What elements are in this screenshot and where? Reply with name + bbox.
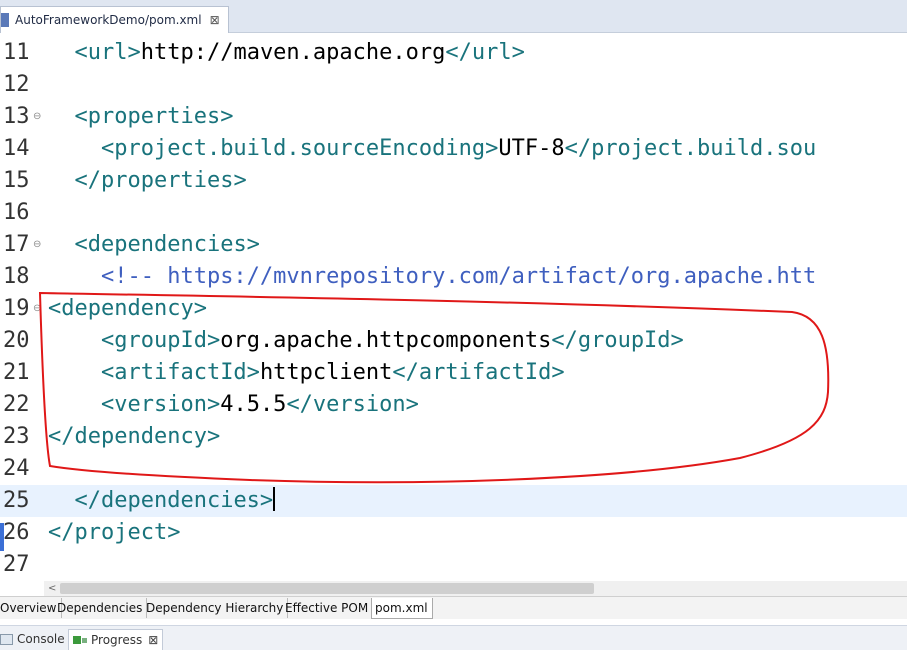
console-view-tab[interactable]: Console <box>0 629 65 649</box>
tab-effective-pom[interactable]: Effective POM <box>282 598 374 618</box>
progress-icon <box>73 635 87 645</box>
progress-label: Progress <box>91 633 143 647</box>
pom-editor-tabs: Overview Dependencies Dependency Hierarc… <box>0 596 907 619</box>
console-label: Console <box>17 632 65 646</box>
tab-dependencies[interactable]: Dependencies <box>54 598 148 618</box>
tab-overview[interactable]: Overview <box>0 598 62 618</box>
red-highlight-annotation <box>38 291 830 484</box>
tab-dependency-hierarchy[interactable]: Dependency Hierarchy <box>143 598 289 618</box>
bottom-view-bar: Console Progress ⊠ <box>0 625 907 650</box>
scroll-left-icon[interactable]: < <box>48 581 56 596</box>
horizontal-scrollbar[interactable]: < <box>44 581 907 596</box>
close-icon[interactable]: ⊠ <box>148 633 158 647</box>
annotation-loop <box>38 291 830 484</box>
console-icon <box>0 633 13 645</box>
progress-view-tab[interactable]: Progress ⊠ <box>68 629 164 650</box>
tab-pom-xml[interactable]: pom.xml <box>371 598 433 619</box>
scrollbar-thumb[interactable] <box>60 583 594 594</box>
